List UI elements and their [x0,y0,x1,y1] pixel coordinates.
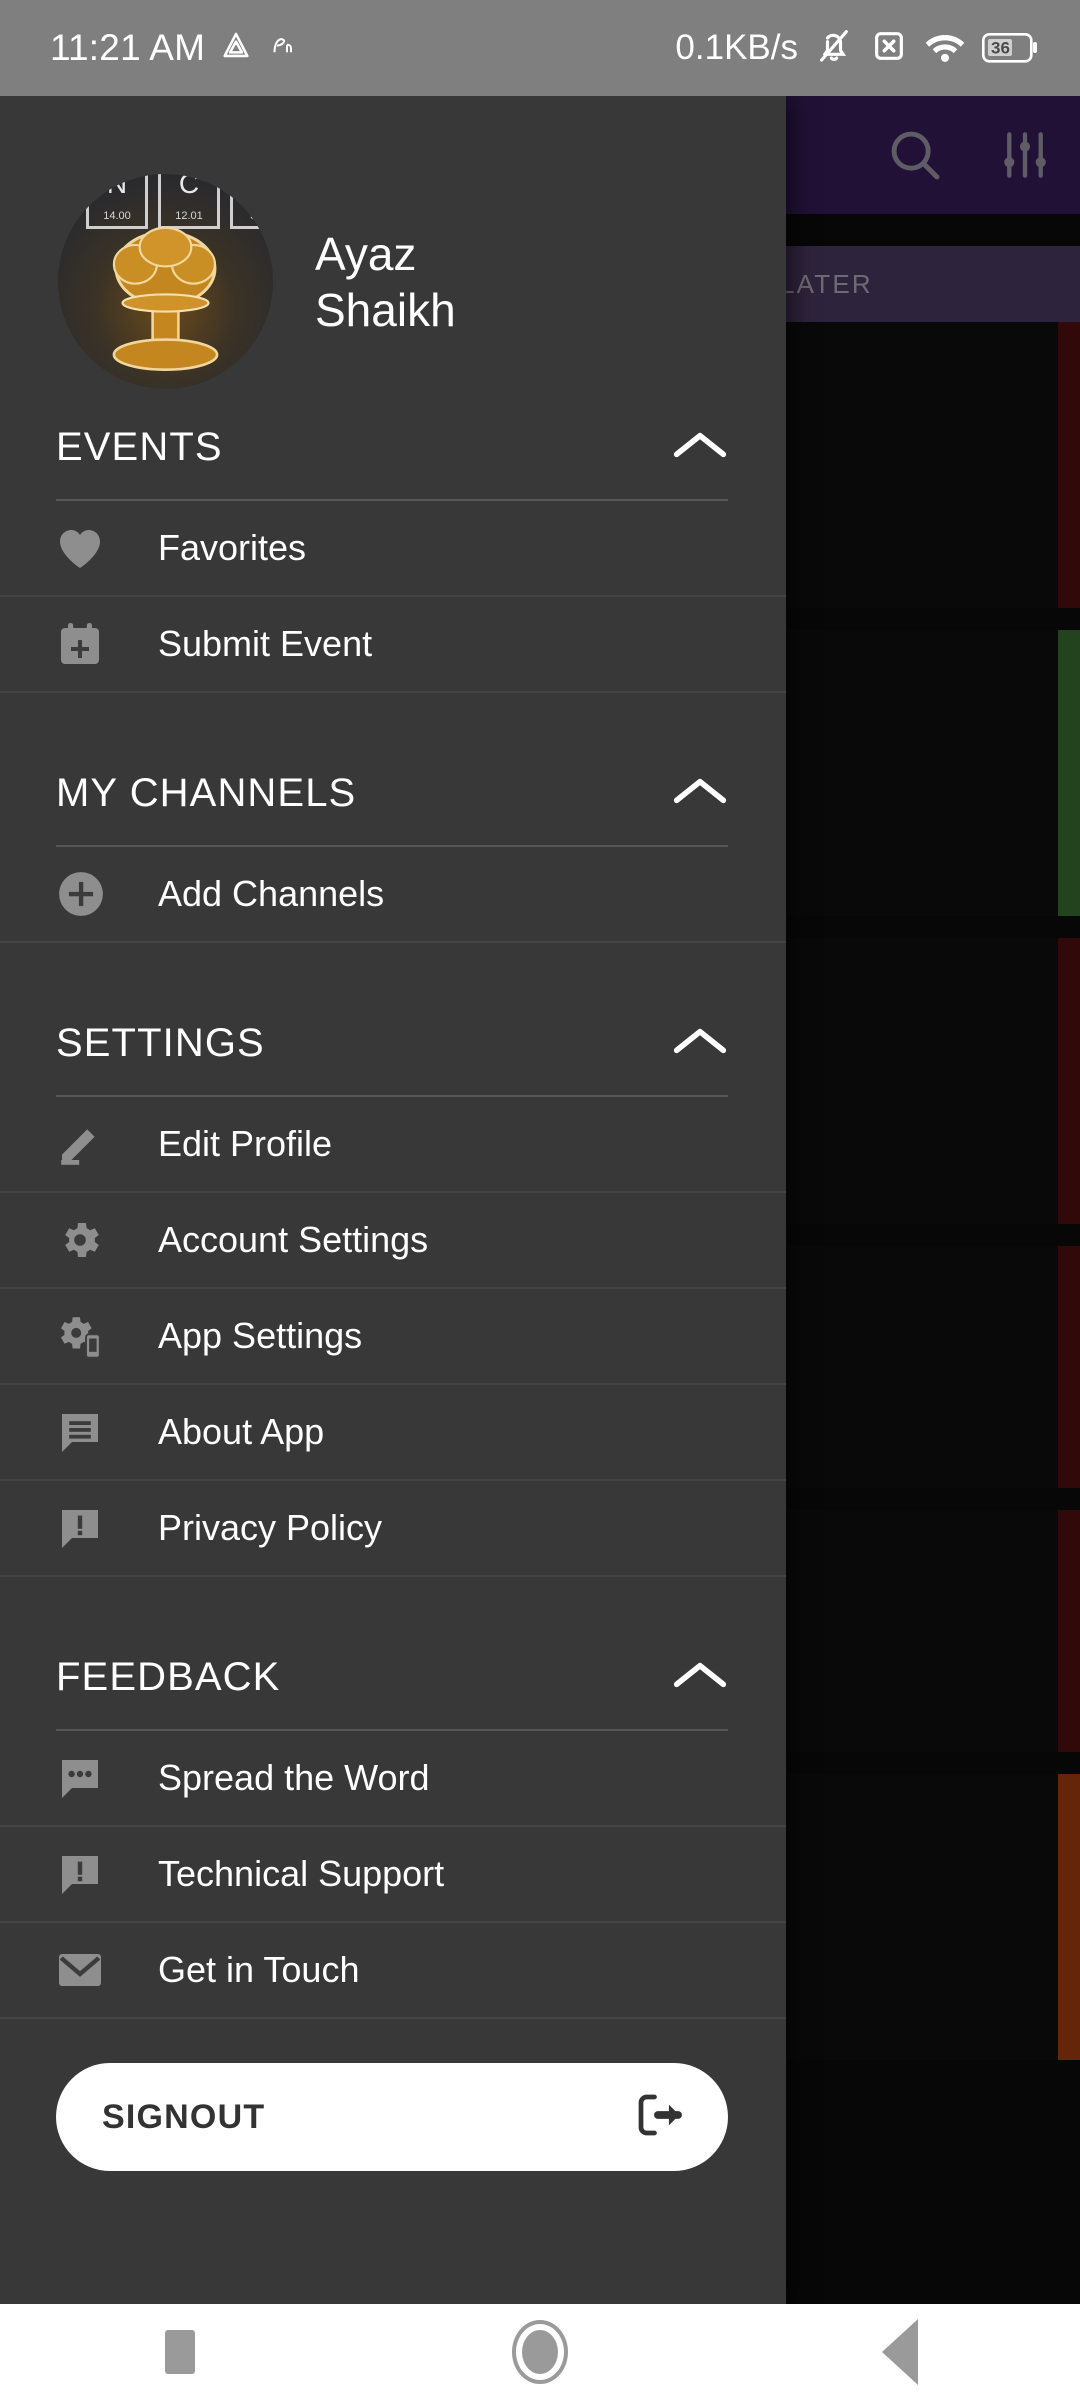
section-header-my-channels[interactable]: MY CHANNELS [0,741,786,845]
bell-muted-icon [814,26,854,71]
section-header-feedback[interactable]: FEEDBACK [0,1625,786,1729]
script-glyph-icon [267,31,297,66]
battery-icon: 36 [982,33,1038,63]
menu-item-about-app[interactable]: About App [0,1385,786,1481]
menu-item-label: Account Settings [158,1219,428,1261]
home-button[interactable] [440,2304,640,2400]
envelope-icon [56,1949,114,1991]
chevron-up-icon[interactable] [672,774,728,813]
section-title: FEEDBACK [56,1655,672,1700]
gear-phone-icon [56,1311,114,1361]
circle-icon [512,2320,568,2384]
menu-item-account-settings[interactable]: Account Settings [0,1193,786,1289]
section-header-settings[interactable]: SETTINGS [0,991,786,1095]
sim-card-error-icon [870,27,908,70]
menu-item-get-in-touch[interactable]: Get in Touch [0,1923,786,2019]
profile-header[interactable]: N 14.00 C 12.01 S 32.0 [0,96,786,389]
profile-name-line2: Shaikh [315,282,456,338]
chevron-up-icon[interactable] [672,1024,728,1063]
signout-button[interactable]: SIGNOUT [56,2063,728,2171]
speech-bubble-dots-icon [56,1754,114,1802]
section-title: MY CHANNELS [56,771,672,816]
speech-bubble-alert-icon [56,1850,114,1898]
section-title: SETTINGS [56,1021,672,1066]
menu-item-label: App Settings [158,1315,362,1357]
recent-apps-button[interactable] [80,2304,280,2400]
section-events: EVENTS Favorites [0,395,786,693]
speech-bubble-alert-icon [56,1504,114,1552]
heart-icon [56,526,114,570]
menu-item-label: Spread the Word [158,1757,430,1799]
menu-item-privacy-policy[interactable]: Privacy Policy [0,1481,786,1577]
system-navigation-bar [0,2304,1080,2400]
signout-container: SIGNOUT [0,2019,786,2171]
avatar[interactable]: N 14.00 C 12.01 S 32.0 [58,174,273,389]
menu-item-favorites[interactable]: Favorites [0,501,786,597]
calendar-plus-icon [56,620,114,668]
section-header-events[interactable]: EVENTS [0,395,786,499]
drive-triangle-icon [219,29,253,68]
chevron-up-icon[interactable] [672,428,728,467]
menu-item-label: Technical Support [158,1853,444,1895]
signout-label: SIGNOUT [102,2098,632,2137]
menu-item-app-settings[interactable]: App Settings [0,1289,786,1385]
section-title: EVENTS [56,425,672,470]
logout-icon [632,2088,686,2147]
menu-item-add-channels[interactable]: Add Channels [0,847,786,943]
chevron-up-icon[interactable] [672,1658,728,1697]
pencil-icon [56,1120,114,1168]
status-bar: 11:21 AM 0.1KB/s [0,0,1080,96]
menu-item-technical-support[interactable]: Technical Support [0,1827,786,1923]
menu-item-label: Edit Profile [158,1123,332,1165]
menu-item-spread-the-word[interactable]: Spread the Word [0,1731,786,1827]
menu-item-label: Submit Event [158,623,372,665]
speech-bubble-lines-icon [56,1408,114,1456]
menu-item-edit-profile[interactable]: Edit Profile [0,1097,786,1193]
navigation-drawer: N 14.00 C 12.01 S 32.0 [0,96,786,2304]
section-feedback: FEEDBACK Spread the Word [0,1625,786,2019]
phone-screen: LATER Brain to Me,... ul 2023 M tional M… [0,0,1080,2400]
gear-icon [56,1216,114,1264]
back-button[interactable] [800,2304,1000,2400]
profile-name-line1: Ayaz [315,226,456,282]
menu-item-label: Favorites [158,527,306,569]
battery-level: 36 [991,40,1010,57]
status-time: 11:21 AM [50,27,205,69]
section-my-channels: MY CHANNELS Add Channels [0,741,786,943]
menu-item-label: Add Channels [158,873,384,915]
network-speed: 0.1KB/s [675,28,798,68]
square-icon [165,2330,195,2374]
mushroom-cloud-icon [58,174,273,389]
profile-name: Ayaz Shaikh [315,226,456,338]
menu-item-label: About App [158,1411,324,1453]
menu-item-submit-event[interactable]: Submit Event [0,597,786,693]
menu-item-label: Privacy Policy [158,1507,382,1549]
circle-plus-icon [56,869,114,919]
menu-item-label: Get in Touch [158,1949,359,1991]
section-settings: SETTINGS Edit Profile [0,991,786,1577]
triangle-left-icon [882,2319,918,2385]
wifi-icon [924,29,966,68]
